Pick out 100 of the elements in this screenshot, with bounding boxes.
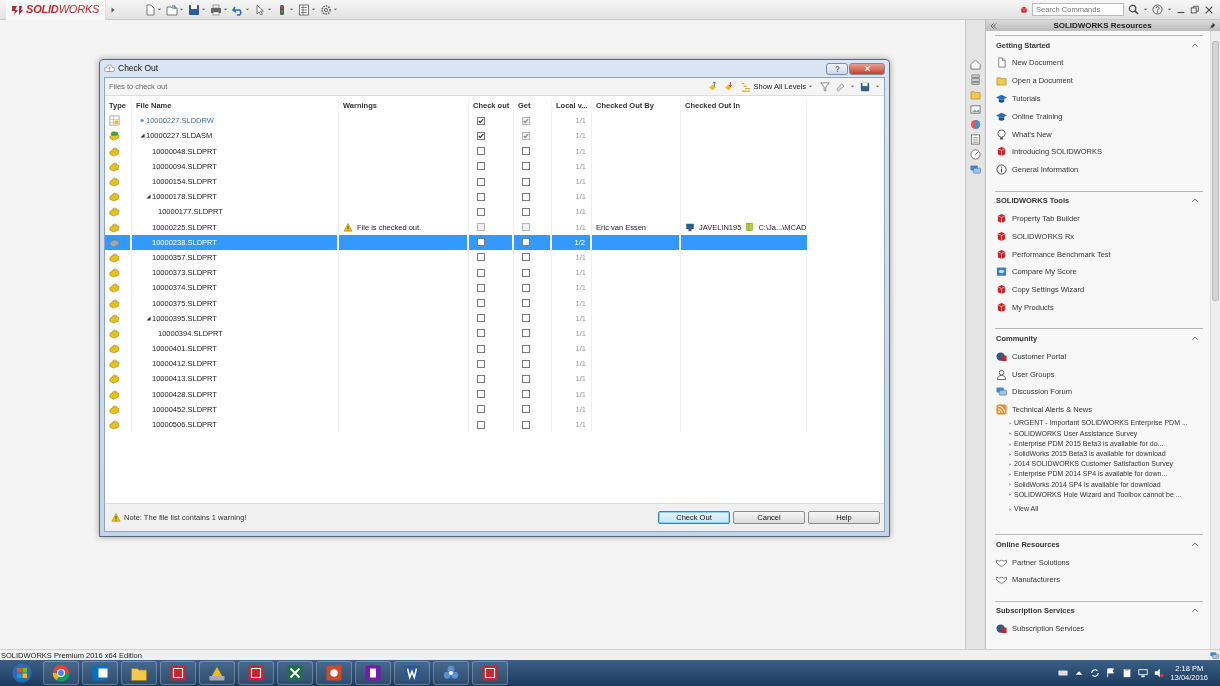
checkbox[interactable] <box>522 238 530 247</box>
checkbox[interactable] <box>522 420 530 429</box>
network-icon[interactable] <box>1138 668 1149 678</box>
list-icon[interactable] <box>298 3 311 16</box>
checkbox[interactable] <box>477 283 485 292</box>
checkbox[interactable] <box>477 238 485 247</box>
taskbar-app[interactable] <box>277 661 313 685</box>
checkbox[interactable] <box>522 299 530 308</box>
checkbox[interactable] <box>522 177 530 186</box>
chat-icon[interactable] <box>970 164 981 175</box>
new-document-icon[interactable] <box>144 3 157 16</box>
checkbox[interactable] <box>477 329 485 338</box>
caret-icon[interactable] <box>223 7 229 12</box>
tag-icon[interactable] <box>835 81 845 92</box>
checkbox[interactable] <box>477 314 485 323</box>
caret-icon[interactable] <box>245 7 251 12</box>
clipboard-icon[interactable] <box>1122 668 1133 678</box>
checkbox[interactable] <box>522 405 530 414</box>
scrollbar[interactable] <box>1210 31 1220 649</box>
stack-icon[interactable] <box>970 74 981 85</box>
list-icon[interactable] <box>970 134 981 145</box>
caret-icon[interactable] <box>850 84 855 89</box>
image-icon[interactable] <box>970 104 981 115</box>
checkbox[interactable] <box>522 314 530 323</box>
checkbox[interactable] <box>477 207 485 216</box>
checkbox[interactable] <box>522 374 530 383</box>
close-icon[interactable] <box>1204 4 1214 15</box>
open-icon[interactable] <box>166 3 179 16</box>
house-icon[interactable] <box>970 59 981 70</box>
restore-icon[interactable] <box>1190 4 1200 15</box>
checkbox[interactable] <box>477 177 485 186</box>
settings-icon[interactable] <box>320 3 333 16</box>
checkbox[interactable] <box>477 116 485 125</box>
taskbar-app[interactable] <box>43 661 79 685</box>
chevron-icon[interactable] <box>1191 541 1199 547</box>
collapse-icon[interactable] <box>990 22 997 29</box>
save-icon[interactable] <box>860 81 870 92</box>
flag-icon[interactable] <box>1106 668 1117 678</box>
checkbox[interactable] <box>477 253 485 262</box>
caret-icon[interactable] <box>1167 7 1172 12</box>
checkbox[interactable] <box>522 329 530 338</box>
ball-icon[interactable] <box>970 119 981 130</box>
chevron-icon[interactable] <box>1191 335 1199 341</box>
sync-icon[interactable] <box>1090 668 1101 678</box>
pointer-icon[interactable] <box>254 3 267 16</box>
checkbox[interactable] <box>522 253 530 262</box>
caret-icon[interactable] <box>289 7 295 12</box>
checkbox[interactable] <box>477 420 485 429</box>
expand-triangle-icon[interactable] <box>145 194 151 200</box>
taskbar-app[interactable] <box>394 661 430 685</box>
taskbar-app[interactable] <box>82 661 118 685</box>
arrow-up-icon[interactable] <box>707 81 719 92</box>
checkbox[interactable] <box>477 131 485 140</box>
caret-icon[interactable] <box>267 7 273 12</box>
checkbox[interactable] <box>522 268 530 277</box>
taskbar-app[interactable] <box>160 661 196 685</box>
search-icon[interactable] <box>1128 4 1139 15</box>
checkbox[interactable] <box>477 147 485 156</box>
speaker-icon[interactable] <box>1154 668 1165 678</box>
help-icon[interactable] <box>1152 4 1163 15</box>
arrow-down-icon[interactable] <box>723 81 735 92</box>
pin-icon[interactable] <box>1208 21 1216 30</box>
flyout-arrow-icon[interactable] <box>110 5 117 14</box>
chevron-icon[interactable] <box>1191 42 1199 48</box>
help-button[interactable] <box>826 62 848 75</box>
checkbox[interactable] <box>477 268 485 277</box>
caret-icon[interactable] <box>875 84 880 89</box>
expand-triangle-icon[interactable] <box>139 133 145 139</box>
taskbar-app[interactable] <box>316 661 352 685</box>
chevron-icon[interactable] <box>1191 608 1199 614</box>
keyboard-icon[interactable] <box>1058 668 1069 678</box>
checkbox[interactable] <box>477 192 485 201</box>
filter-icon[interactable] <box>820 81 830 92</box>
taskbar-app[interactable] <box>355 661 391 685</box>
caret-icon[interactable] <box>157 7 163 12</box>
caret-icon[interactable] <box>333 7 339 12</box>
chat-icon[interactable] <box>1210 650 1219 660</box>
print-icon[interactable] <box>210 3 223 16</box>
checkbox[interactable] <box>477 299 485 308</box>
checkbox[interactable] <box>477 405 485 414</box>
checkbox[interactable] <box>477 390 485 399</box>
checkbox[interactable] <box>522 192 530 201</box>
caret-icon[interactable] <box>179 7 185 12</box>
close-button[interactable] <box>849 62 885 75</box>
checkbox[interactable] <box>522 344 530 353</box>
checkbox[interactable] <box>522 283 530 292</box>
caret-icon[interactable] <box>1143 7 1148 12</box>
checkbox[interactable] <box>522 207 530 216</box>
checkbox[interactable] <box>522 359 530 368</box>
taskbar-app[interactable] <box>238 661 274 685</box>
checkbox[interactable] <box>477 344 485 353</box>
checkbox[interactable] <box>477 374 485 383</box>
checkbox[interactable] <box>477 162 485 171</box>
chevron-icon[interactable] <box>1191 198 1199 204</box>
checkbox[interactable] <box>522 147 530 156</box>
caret-icon[interactable] <box>311 7 317 12</box>
expand-triangle-icon[interactable] <box>145 315 151 321</box>
checkbox[interactable] <box>477 359 485 368</box>
checkbox[interactable] <box>522 162 530 171</box>
taskbar-app[interactable] <box>199 661 235 685</box>
